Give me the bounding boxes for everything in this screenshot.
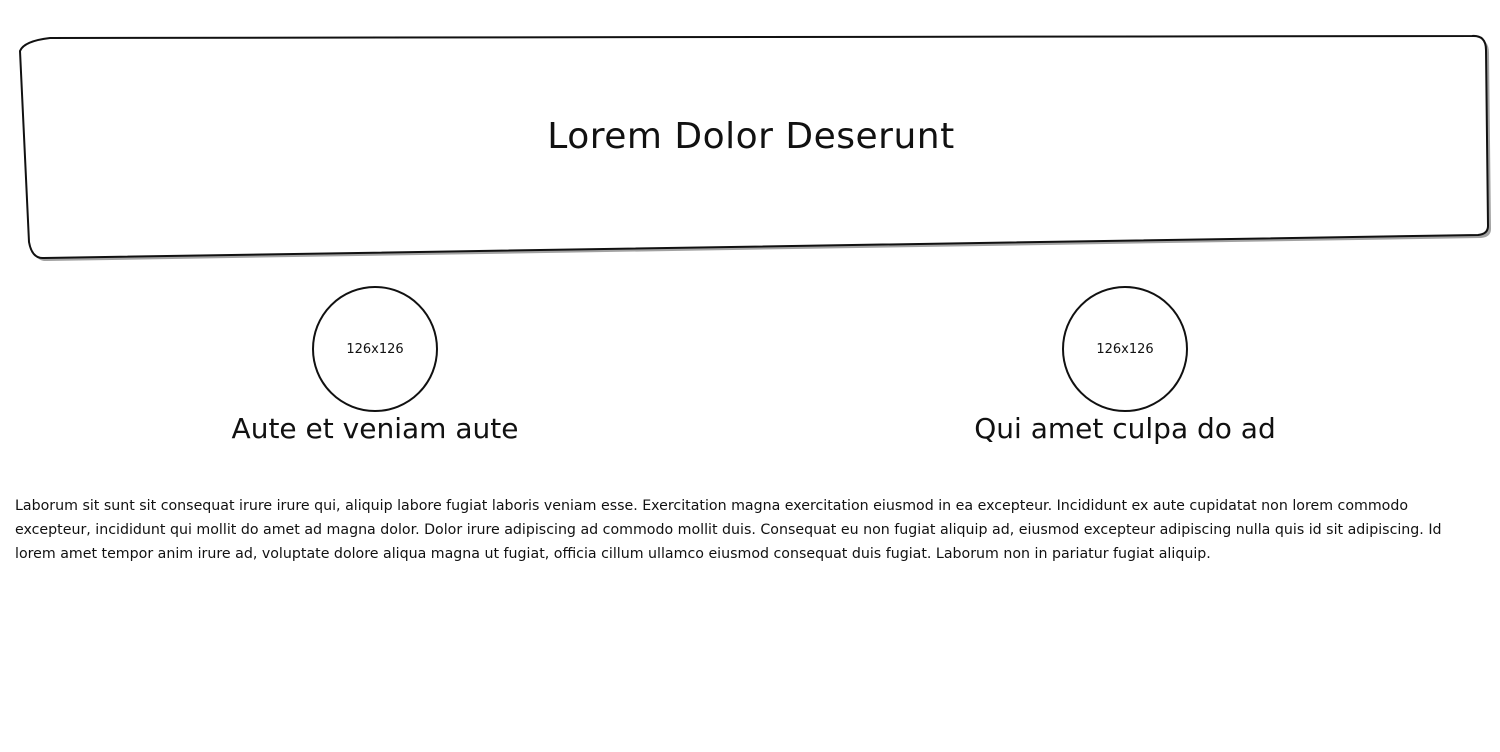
body-paragraph: Laborum sit sunt sit consequat irure iru…: [15, 498, 1442, 562]
feature-card-right: 126x126 Qui amet culpa do ad: [875, 286, 1375, 456]
hero-banner: Lorem Dolor Deserunt: [10, 26, 1492, 262]
feature-card-left: 126x126 Aute et veniam aute: [125, 286, 625, 456]
image-placeholder: 126x126: [1062, 286, 1188, 412]
feature-title: Qui amet culpa do ad: [974, 412, 1276, 445]
feature-title: Aute et veniam aute: [231, 412, 519, 445]
page-title: Lorem Dolor Deserunt: [547, 115, 955, 157]
image-placeholder: 126x126: [312, 286, 438, 412]
